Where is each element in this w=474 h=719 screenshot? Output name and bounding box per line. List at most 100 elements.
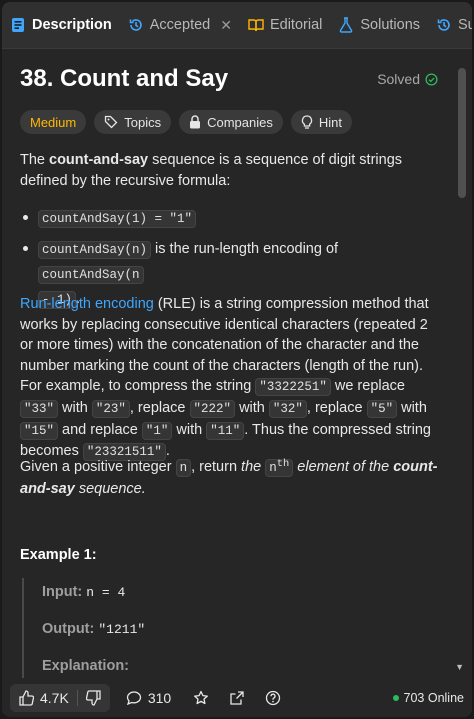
tab-editorial[interactable]: Editorial	[240, 2, 330, 48]
bullet-dot	[23, 246, 28, 251]
share-icon	[229, 690, 245, 706]
text: Given a positive integer	[20, 459, 176, 476]
text: the	[241, 459, 266, 476]
flask-icon	[338, 17, 354, 33]
description-icon	[10, 17, 26, 33]
inline-code: "222"	[189, 399, 236, 418]
text: , replace	[306, 399, 367, 416]
example-input: Input: n = 4	[42, 584, 125, 600]
topics-label: Topics	[124, 114, 162, 130]
input-label: Input:	[42, 584, 83, 600]
text: , return	[191, 459, 242, 476]
tab-bar: Description Accepted ✕ Editorial Solutio…	[2, 2, 472, 49]
tab-label: Sul	[458, 17, 472, 33]
tab-label: Editorial	[269, 17, 323, 33]
problem-panel: Description Accepted ✕ Editorial Solutio…	[2, 2, 472, 717]
online-dot-icon	[392, 694, 399, 701]
help-button[interactable]	[265, 690, 281, 706]
inline-code: countAndSay(n)	[38, 241, 152, 259]
inline-code: "32"	[268, 399, 307, 418]
difficulty-badge: Medium	[20, 110, 87, 134]
text: The	[20, 152, 50, 168]
inline-code: "1"	[141, 421, 173, 440]
like-button[interactable]: 4.7K	[10, 690, 77, 706]
inline-code: "5"	[366, 399, 398, 418]
topics-button[interactable]: Topics	[94, 110, 172, 134]
text: is the run-length encoding of	[151, 241, 339, 257]
tab-label: Accepted	[149, 17, 211, 33]
tab-accepted[interactable]: Accepted ✕	[120, 2, 240, 48]
text: with	[235, 399, 269, 416]
question-icon	[265, 690, 281, 706]
bullet-dot	[23, 215, 28, 220]
description-content: 38. Count and Say Solved Medium Topics C…	[20, 48, 444, 678]
book-icon	[248, 17, 264, 33]
text: , replace	[129, 399, 190, 416]
scroll-down-arrow-icon[interactable]: ▼	[455, 662, 464, 672]
tab-solutions[interactable]: Solutions	[330, 2, 428, 48]
solved-status: Solved	[377, 71, 438, 87]
tab-submissions[interactable]: Sul	[428, 2, 472, 48]
comments-button[interactable]: 310	[126, 690, 171, 706]
hint-button[interactable]: Hint	[290, 110, 352, 134]
text: with	[58, 399, 92, 416]
intro-paragraph: The count-and-say sequence is a sequence…	[20, 150, 440, 191]
tag-icon	[104, 115, 118, 129]
companies-button[interactable]: Companies	[179, 110, 283, 134]
comment-count: 310	[147, 689, 172, 706]
online-count: 703 Online	[403, 690, 464, 705]
task-paragraph: Given a positive integer n, return the n…	[20, 454, 440, 499]
share-button[interactable]	[229, 690, 245, 706]
superscript: th	[276, 458, 290, 470]
inline-code: countAndSay(1) = "1"	[38, 210, 197, 228]
thumbs-up-icon	[18, 689, 34, 706]
bold-term: count-and-say	[49, 152, 149, 168]
history-icon	[128, 17, 144, 33]
companies-label: Companies	[207, 114, 273, 130]
inline-code: n	[175, 459, 192, 478]
scrollbar[interactable]	[458, 68, 466, 676]
text: and replace	[58, 421, 142, 438]
input-value: n = 4	[86, 585, 126, 600]
tab-description[interactable]: Description	[2, 2, 120, 48]
history-icon	[436, 17, 452, 33]
rle-link[interactable]: Run-length encoding	[20, 296, 154, 312]
example-explanation: Explanation:	[42, 658, 129, 674]
inline-code: countAndSay(n	[38, 266, 144, 284]
like-count: 4.7K	[40, 689, 69, 706]
solved-label: Solved	[377, 71, 420, 87]
text: with	[172, 421, 207, 438]
tag-row: Medium Topics Companies Hint	[20, 110, 352, 134]
hint-label: Hint	[318, 114, 342, 130]
favorite-button[interactable]	[193, 690, 209, 706]
inline-code: "33"	[20, 399, 59, 418]
example-output: Output: "1211"	[42, 621, 145, 637]
dislike-button[interactable]	[78, 689, 110, 706]
problem-title[interactable]: 38. Count and Say	[20, 65, 228, 93]
text: n	[269, 461, 277, 476]
thumbs-down-icon	[85, 689, 102, 706]
text: we replace	[330, 378, 405, 395]
inline-code: "3322251"	[255, 378, 331, 397]
inline-code: "15"	[20, 421, 59, 440]
output-value: "1211"	[98, 622, 146, 637]
text: sequence.	[74, 480, 146, 497]
lightbulb-icon	[301, 114, 313, 130]
example-heading: Example 1:	[20, 547, 97, 563]
tab-label: Solutions	[360, 17, 421, 33]
star-icon	[193, 690, 209, 706]
bottom-bar: 4.7K 310 703 Online	[2, 678, 472, 717]
vote-group: 4.7K	[10, 683, 110, 712]
inline-code: "23"	[91, 399, 130, 418]
close-icon[interactable]: ✕	[220, 17, 232, 34]
online-indicator: 703 Online	[392, 690, 464, 705]
text: with	[397, 399, 427, 416]
lock-icon	[189, 115, 201, 129]
output-label: Output:	[42, 621, 95, 637]
scroll-thumb[interactable]	[458, 68, 466, 198]
difficulty-label: Medium	[30, 114, 77, 130]
tab-label: Description	[32, 17, 112, 33]
explanation-label: Explanation:	[42, 658, 130, 674]
text: element of the	[293, 459, 394, 476]
example-block: Input: n = 4 Output: "1211" Explanation:	[22, 578, 434, 678]
